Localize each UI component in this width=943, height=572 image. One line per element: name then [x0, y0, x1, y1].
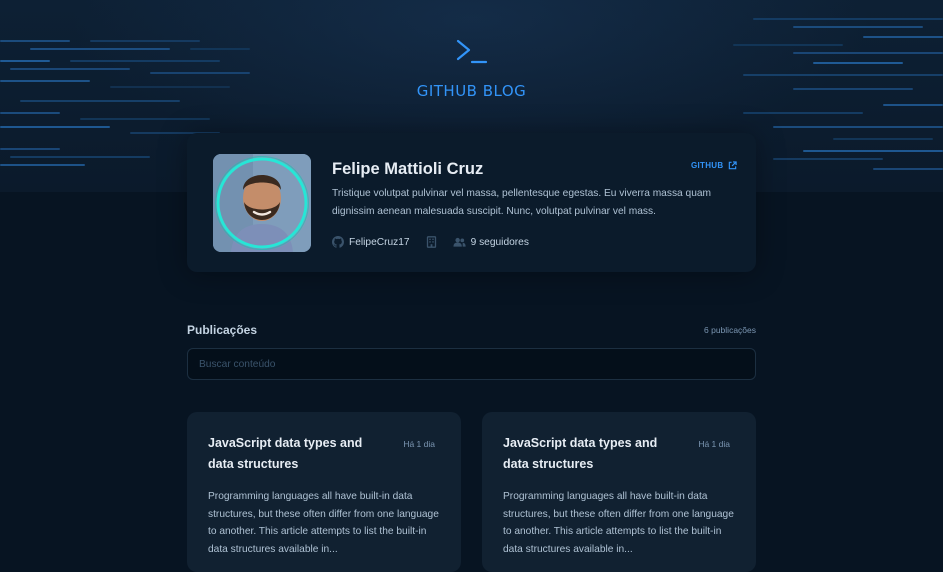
post-excerpt: Programming languages all have built-in …: [208, 491, 439, 555]
terminal-prompt-icon: [456, 39, 488, 64]
github-icon: [332, 236, 344, 248]
profile-name: Felipe Mattioli Cruz: [332, 160, 484, 178]
users-icon: [453, 237, 466, 247]
post-date: Há 1 dia: [698, 439, 730, 449]
post-title: JavaScript data types and data structure…: [208, 436, 363, 471]
brand-title: GITHUB BLOG: [416, 82, 527, 100]
post-card[interactable]: JavaScript data types and data structure…: [482, 412, 756, 572]
github-link-label: GITHUB: [691, 161, 724, 170]
username-text: FelipeCruz17: [349, 236, 410, 248]
publications-heading: Publicações: [187, 323, 258, 337]
meta-company: [426, 236, 437, 248]
profile-card: Felipe Mattioli Cruz GITHUB Tristique vo…: [187, 133, 756, 272]
post-title: JavaScript data types and data structure…: [503, 436, 658, 471]
profile-meta: FelipeCruz17 9 seguidores: [332, 236, 545, 248]
avatar-portrait: [213, 154, 311, 252]
external-link-icon: [729, 161, 738, 170]
followers-text: 9 seguidores: [470, 236, 529, 248]
publications-count: 6 publicações: [704, 325, 756, 335]
post-date: Há 1 dia: [403, 439, 435, 449]
profile-bio: Tristique volutpat pulvinar vel massa, p…: [332, 188, 712, 217]
building-icon: [426, 236, 436, 248]
meta-username: FelipeCruz17: [332, 236, 410, 248]
post-excerpt: Programming languages all have built-in …: [503, 491, 734, 555]
meta-followers: 9 seguidores: [453, 237, 529, 248]
search-input[interactable]: [187, 348, 756, 380]
github-link[interactable]: GITHUB: [691, 161, 738, 170]
avatar: [213, 154, 311, 252]
post-card[interactable]: JavaScript data types and data structure…: [187, 412, 461, 572]
